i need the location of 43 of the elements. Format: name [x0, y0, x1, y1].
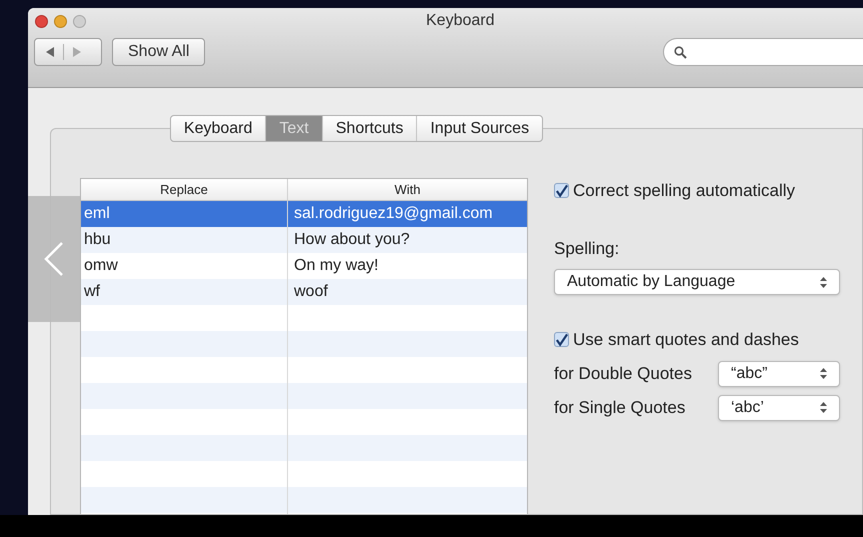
field-label: for Double Quotes [554, 362, 692, 385]
chevron-left-icon [43, 241, 65, 277]
table-row[interactable]: eml sal.rodriguez19@gmail.com [81, 201, 527, 227]
checkmark-icon [555, 184, 568, 198]
table-cell-text: How about you? [294, 230, 410, 250]
back-icon[interactable] [45, 47, 55, 57]
table-cell-text: woof [294, 282, 328, 302]
checkbox-label: Use smart quotes and dashes [573, 329, 799, 351]
search-icon [674, 46, 687, 58]
table-row[interactable]: wf woof [81, 279, 527, 305]
section-label: Spelling: [554, 238, 620, 260]
table-cell-text: omw [84, 256, 118, 276]
dropdown-value: Automatic by Language [567, 272, 736, 292]
checkmark-icon [555, 332, 568, 347]
table-cell-text: wf [84, 282, 100, 302]
show-all-button[interactable]: Show All [112, 38, 206, 66]
dropdown[interactable]: Automatic by Language [554, 269, 840, 295]
stepper-icon [820, 402, 827, 413]
field-label: for Single Quotes [554, 396, 686, 419]
zoom-button[interactable] [73, 14, 86, 28]
column-header[interactable]: Replace [81, 179, 288, 200]
minimize-button[interactable] [54, 14, 67, 28]
table-cell-text: hbu [84, 230, 111, 250]
table-cell-text: eml [84, 204, 110, 224]
column-header[interactable]: With [288, 179, 527, 200]
window-title: Keyboard [426, 11, 494, 31]
dropdown[interactable]: “abc” [718, 360, 840, 386]
checkbox-label: Correct spelling automatically [573, 180, 796, 202]
stepper-icon [820, 368, 827, 379]
search-field[interactable] [663, 38, 863, 66]
table-cell-text: sal.rodriguez19@gmail.com [294, 204, 493, 224]
dropdown-value: “abc” [731, 364, 768, 384]
checkbox[interactable] [554, 332, 569, 348]
table-cell-text: On my way! [294, 256, 378, 276]
close-button[interactable] [35, 14, 48, 28]
tab[interactable]: Shortcuts [322, 116, 416, 141]
table-row[interactable]: hbu How about you? [81, 227, 527, 253]
tab[interactable]: Input Sources [416, 116, 542, 141]
checkbox[interactable] [554, 183, 569, 198]
stepper-icon [820, 276, 827, 288]
tab[interactable]: Keyboard [170, 116, 266, 141]
dropdown[interactable]: ‘abc’ [718, 394, 840, 420]
dropdown-value: ‘abc’ [731, 398, 764, 418]
